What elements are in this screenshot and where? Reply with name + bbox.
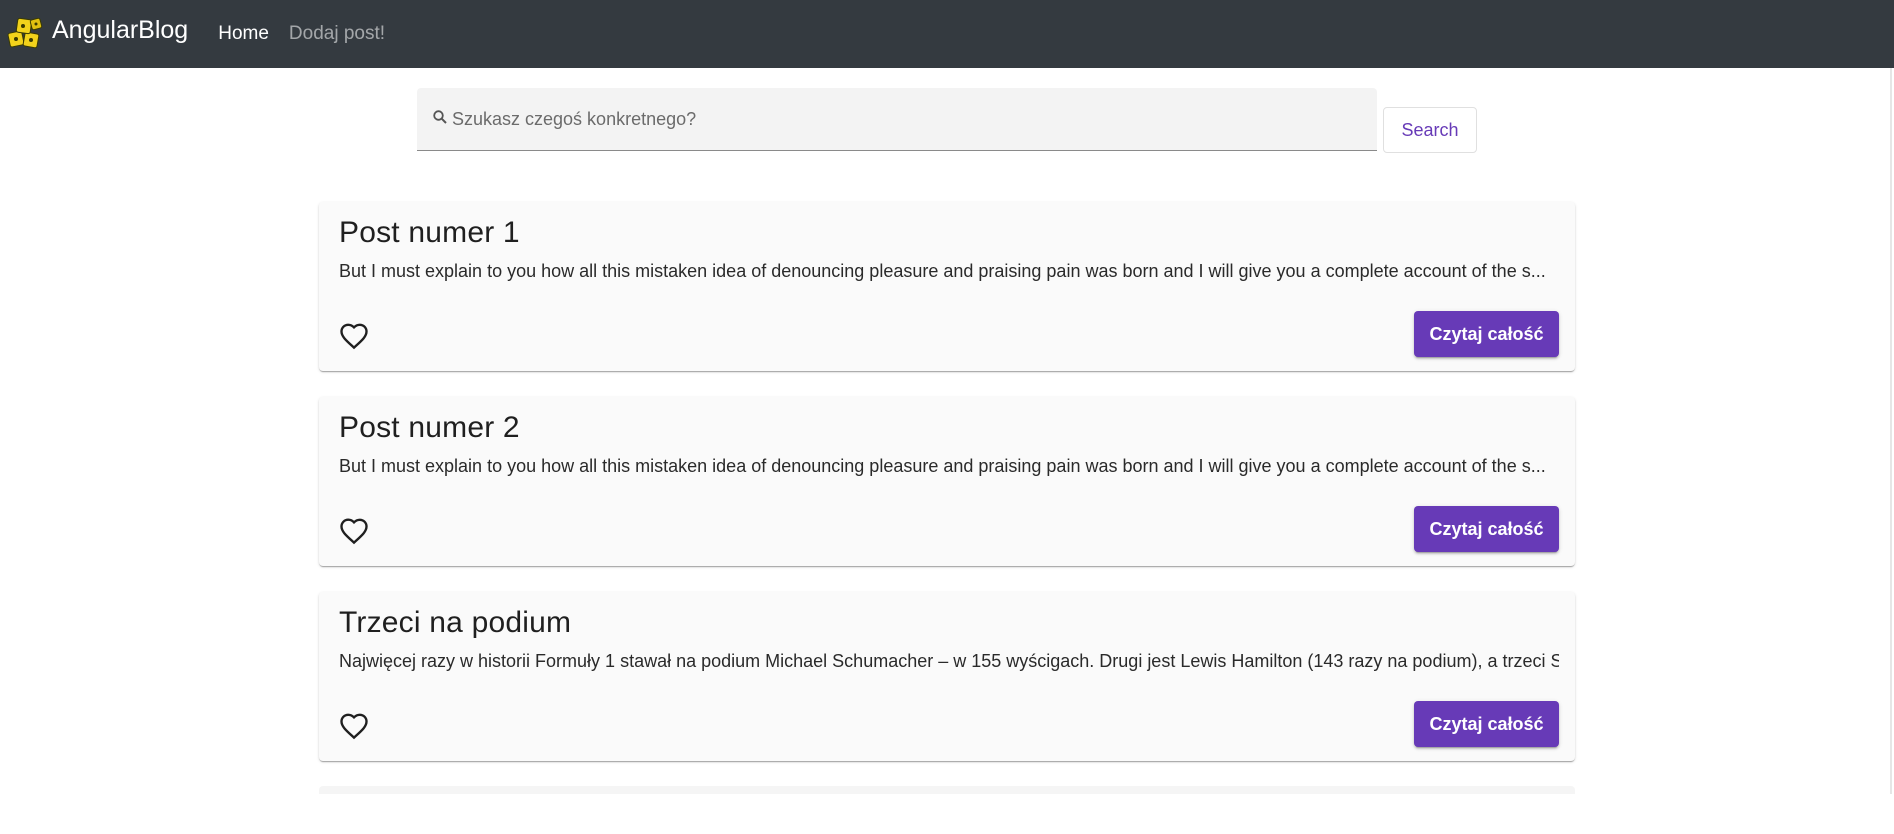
nav-link-home[interactable]: Home bbox=[218, 23, 269, 45]
read-more-button[interactable]: Czytaj całość bbox=[1414, 506, 1559, 552]
heart-icon bbox=[340, 713, 368, 740]
search-input[interactable] bbox=[452, 104, 1352, 134]
heart-icon bbox=[340, 323, 368, 350]
post-title: Trzeci na podium bbox=[339, 606, 572, 639]
brand[interactable]: AngularBlog bbox=[6, 0, 188, 68]
search-icon bbox=[433, 110, 447, 124]
read-more-button[interactable]: Czytaj całość bbox=[1414, 701, 1559, 747]
post-excerpt: But I must explain to you how all this m… bbox=[339, 261, 1546, 281]
top-navbar: AngularBlog Home Dodaj post! bbox=[0, 0, 1894, 68]
search-button[interactable]: Search bbox=[1383, 107, 1477, 153]
brand-name: AngularBlog bbox=[52, 15, 189, 44]
heart-icon bbox=[340, 518, 368, 545]
post-card: Trzeci na podium Najwięcej razy w histor… bbox=[319, 592, 1575, 761]
post-title: Post numer 2 bbox=[339, 411, 520, 444]
post-card: Post numer 2 But I must explain to you h… bbox=[319, 397, 1575, 566]
post-card: Post numer 1 But I must explain to you h… bbox=[319, 202, 1575, 371]
like-button[interactable] bbox=[339, 322, 369, 352]
post-excerpt: Najwięcej razy w historii Formuły 1 staw… bbox=[339, 651, 1559, 671]
read-more-button[interactable]: Czytaj całość bbox=[1414, 311, 1559, 357]
like-button[interactable] bbox=[339, 712, 369, 742]
post-excerpt: But I must explain to you how all this m… bbox=[339, 456, 1546, 476]
like-button[interactable] bbox=[339, 517, 369, 547]
logo-icon bbox=[7, 17, 43, 49]
search-field[interactable] bbox=[417, 88, 1377, 151]
post-card-partial bbox=[319, 786, 1575, 794]
nav-link-add-post[interactable]: Dodaj post! bbox=[289, 23, 385, 45]
post-title: Post numer 1 bbox=[339, 216, 520, 249]
page-edge-divider bbox=[1890, 68, 1892, 794]
